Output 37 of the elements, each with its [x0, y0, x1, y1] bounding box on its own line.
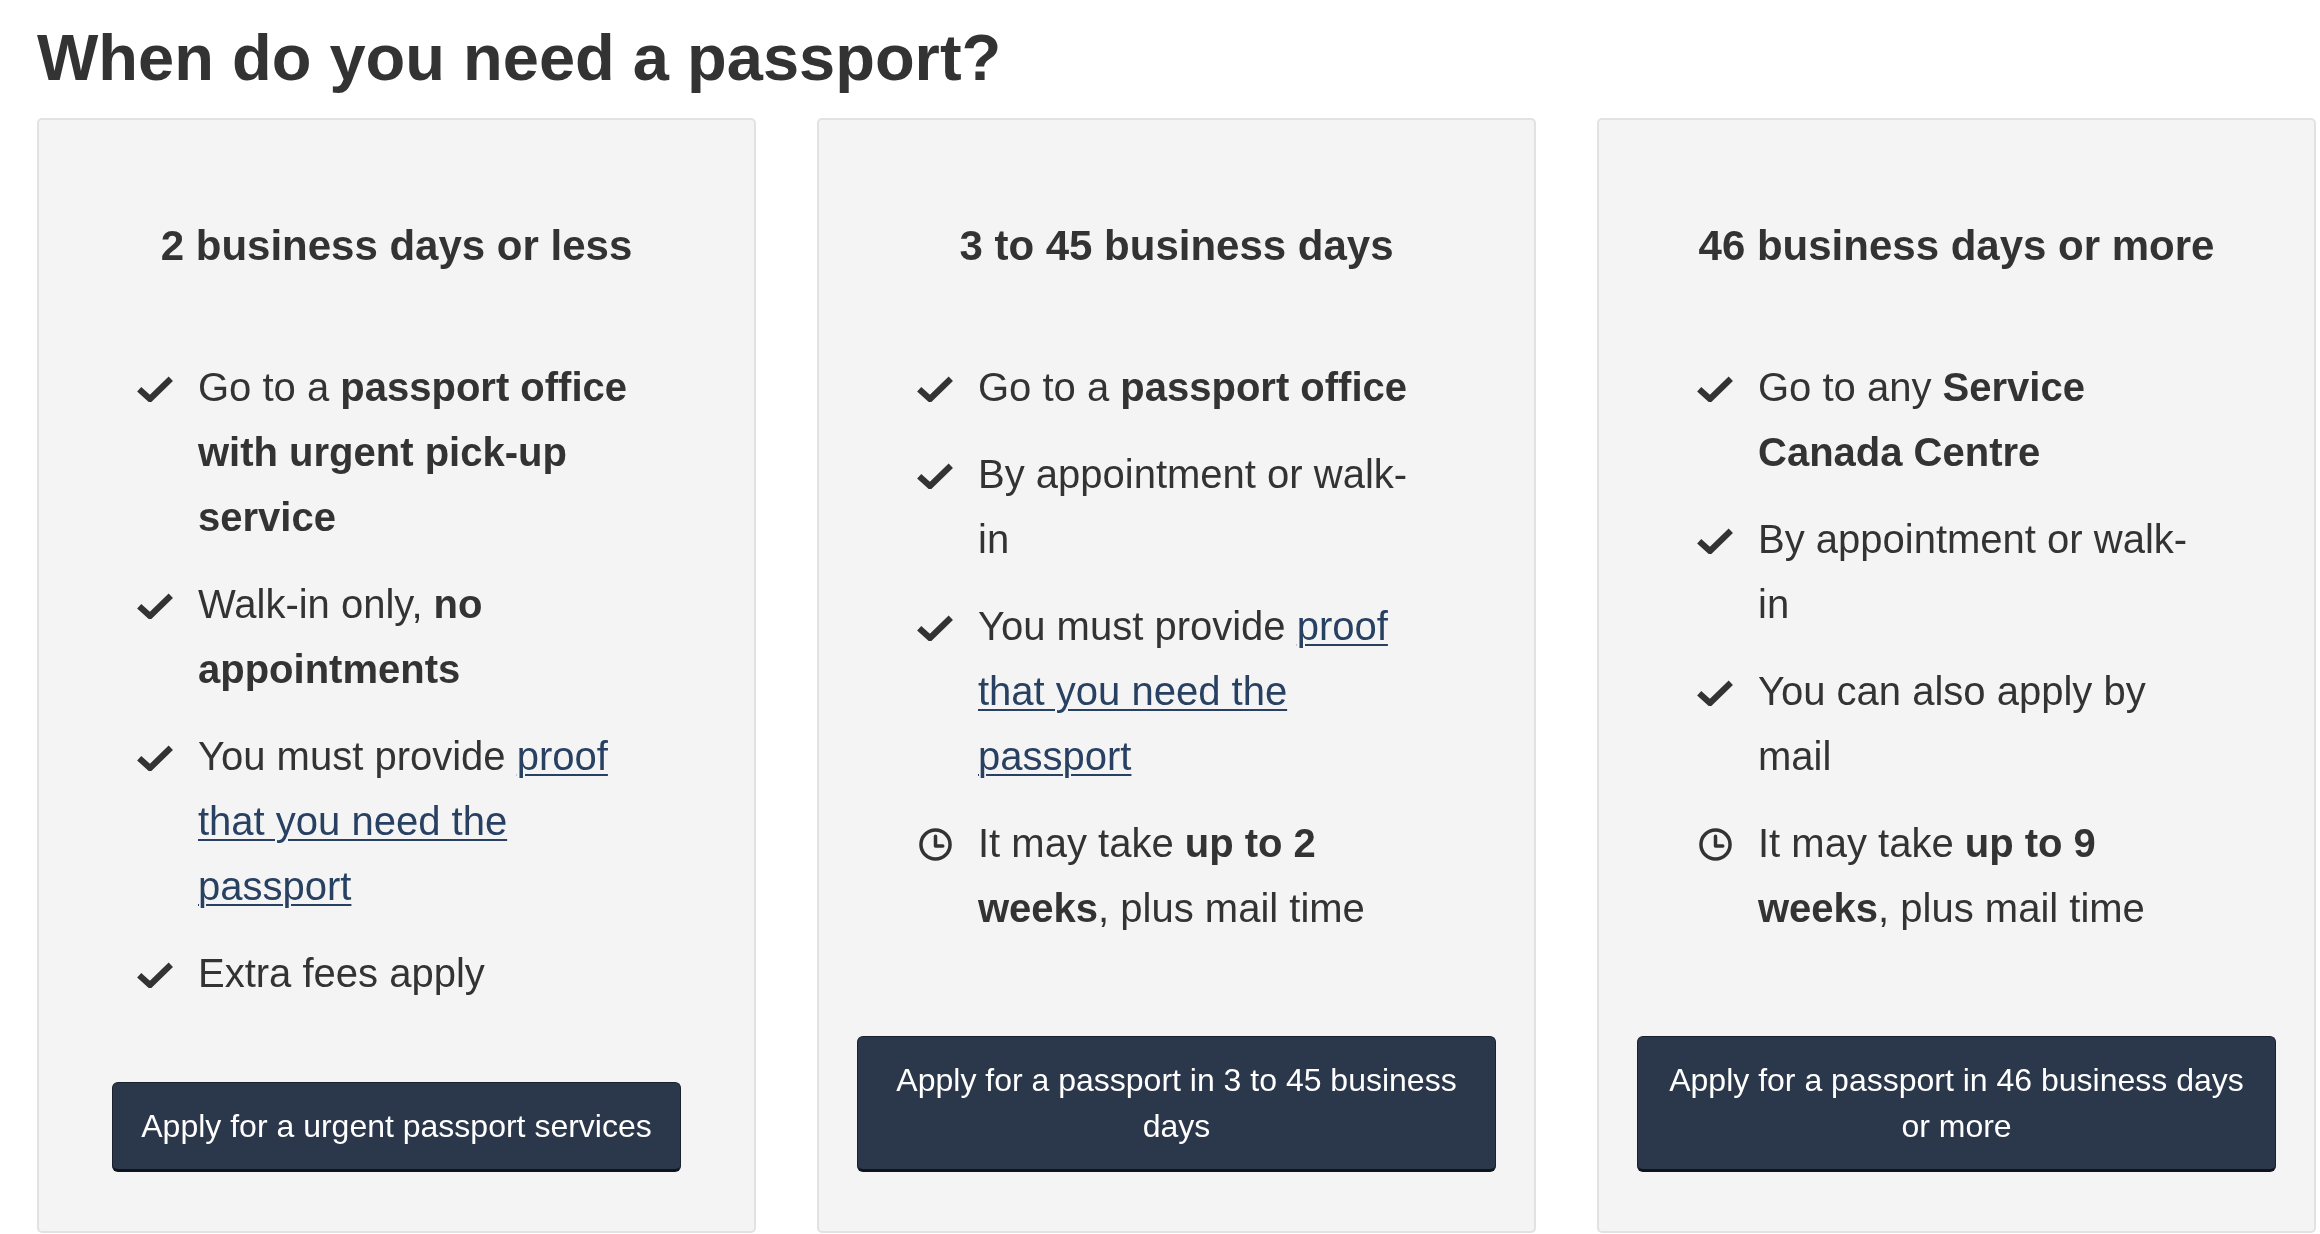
text-link[interactable]: that you need the — [198, 799, 508, 843]
card-title: 3 to 45 business days — [959, 221, 1394, 271]
item-text: Extra fees apply — [198, 950, 486, 997]
item-text: Go to a passport office — [978, 364, 1409, 411]
apply-button[interactable]: Apply for a passport in 3 to 45 business days — [857, 1036, 1496, 1172]
check-icon — [917, 462, 953, 489]
text-link[interactable]: proof — [516, 734, 608, 778]
check-icon — [1697, 679, 1733, 706]
item-text: It may take up to 2 weeks, plus mail time — [978, 820, 1366, 932]
check-icon — [137, 592, 173, 619]
text-link[interactable]: passport — [198, 864, 352, 908]
item-text: By appointment or walk-in — [1758, 516, 2189, 628]
page-heading: When do you need a passport? — [37, 20, 1002, 96]
check-icon — [137, 375, 173, 402]
apply-button[interactable]: Apply for a passport in 46 business days or more — [1637, 1036, 2276, 1172]
item-text: It may take up to 9 weeks, plus mail time — [1758, 820, 2146, 932]
check-icon — [137, 961, 173, 988]
clock-icon — [1698, 828, 1732, 861]
item-text: Go to a passport office with urgent pick-up service — [198, 364, 629, 541]
item-text: Walk-in only, no appointments — [198, 581, 484, 693]
clock-icon — [918, 828, 952, 861]
text-link[interactable]: passport — [978, 734, 1132, 778]
item-text: You must provide proof that you need the passport — [198, 733, 609, 910]
check-icon — [1697, 375, 1733, 402]
item-text: Go to any Service Canada Centre — [1758, 364, 2086, 476]
check-icon — [917, 375, 953, 402]
card-title: 46 business days or more — [1698, 221, 2215, 271]
item-text: You can also apply by mail — [1758, 668, 2147, 780]
item-text: You must provide proof that you need the passport — [978, 603, 1389, 780]
check-icon — [137, 744, 173, 771]
check-icon — [1697, 527, 1733, 554]
text-link[interactable]: proof — [1296, 604, 1388, 648]
check-icon — [917, 614, 953, 641]
apply-button[interactable]: Apply for a urgent passport services — [112, 1082, 681, 1172]
item-text: By appointment or walk-in — [978, 451, 1409, 563]
card-title: 2 business days or less — [160, 221, 633, 271]
text-link[interactable]: that you need the — [978, 669, 1288, 713]
